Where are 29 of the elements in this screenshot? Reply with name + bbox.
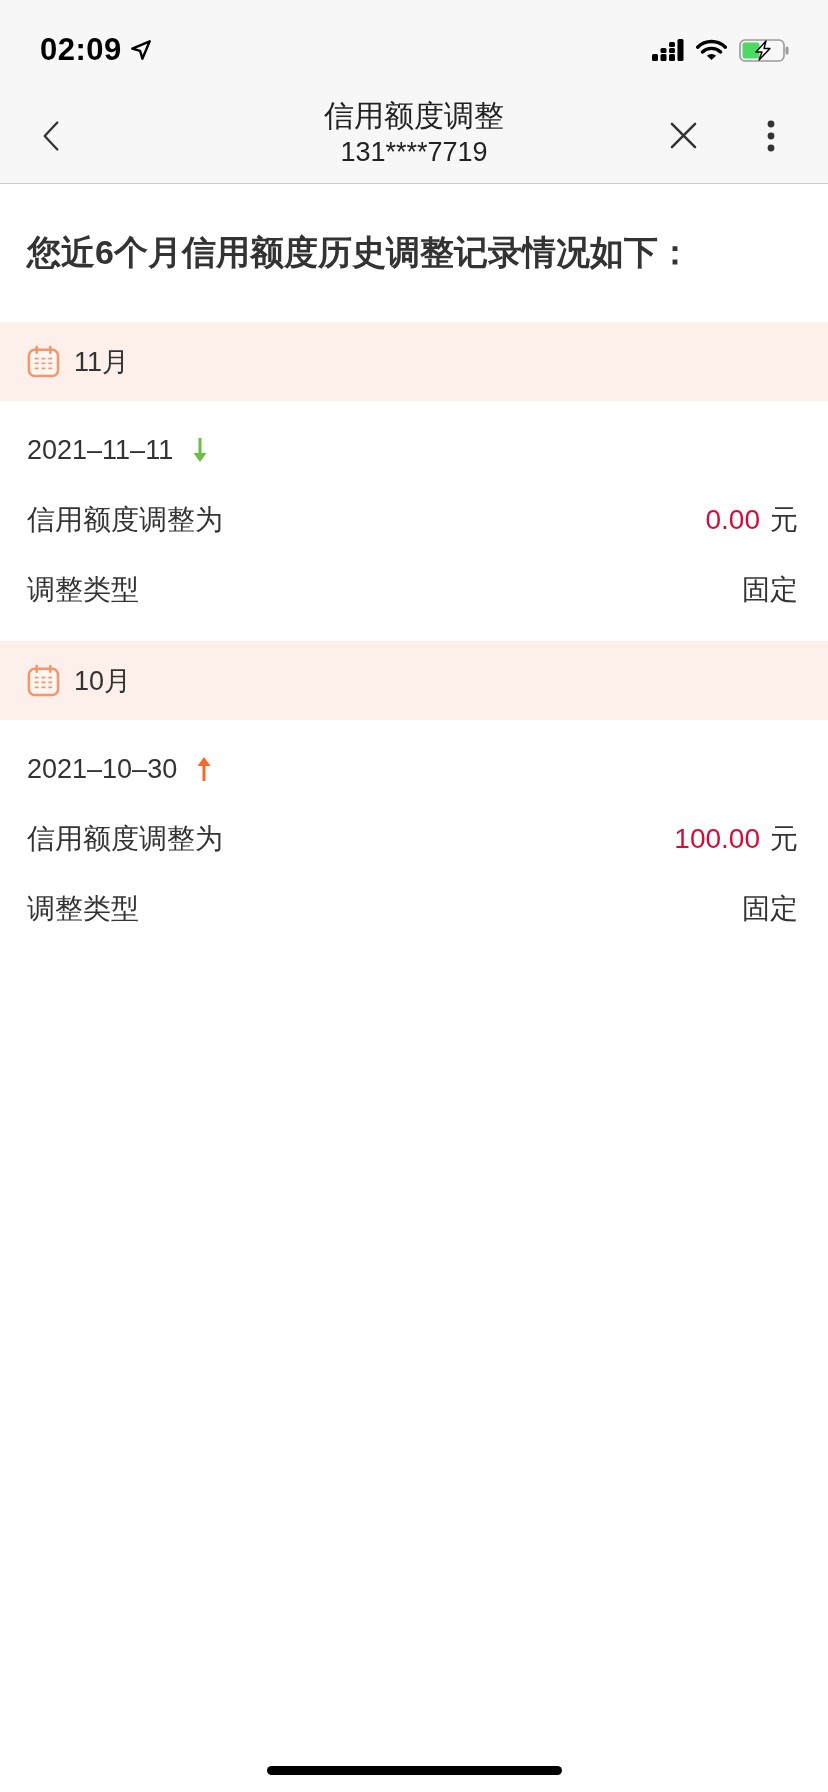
battery-icon	[739, 38, 789, 62]
month-label: 11月	[74, 345, 130, 379]
amount-value: 0.00	[705, 504, 760, 536]
signal-icon	[652, 39, 684, 61]
close-icon	[670, 122, 697, 149]
section-heading: 您近6个月信用额度历史调整记录情况如下：	[27, 232, 692, 273]
record-date: 2021–10–30	[27, 753, 178, 785]
record-date: 2021–11–11	[27, 434, 174, 466]
field-label: 调整类型	[27, 573, 139, 607]
wifi-icon	[696, 39, 727, 61]
arrow-up-icon	[197, 757, 212, 781]
field-label: 信用额度调整为	[27, 503, 223, 537]
calendar-icon	[27, 664, 60, 697]
amount-value: 100.00	[674, 823, 760, 855]
field-value: 固定	[742, 573, 798, 607]
status-time: 02:09	[40, 32, 122, 68]
arrow-down-icon	[193, 438, 208, 462]
back-icon	[42, 119, 60, 152]
currency-unit: 元	[770, 822, 798, 856]
calendar-icon	[27, 345, 60, 378]
field-label: 信用额度调整为	[27, 822, 223, 856]
month-label: 10月	[74, 664, 132, 698]
page-title: 信用额度调整	[324, 97, 504, 134]
phone-number: 131****7719	[340, 135, 488, 169]
field-label: 调整类型	[27, 892, 139, 926]
more-icon	[767, 119, 775, 152]
location-arrow-icon	[129, 39, 152, 61]
field-value: 固定	[742, 892, 798, 926]
currency-unit: 元	[770, 503, 798, 537]
